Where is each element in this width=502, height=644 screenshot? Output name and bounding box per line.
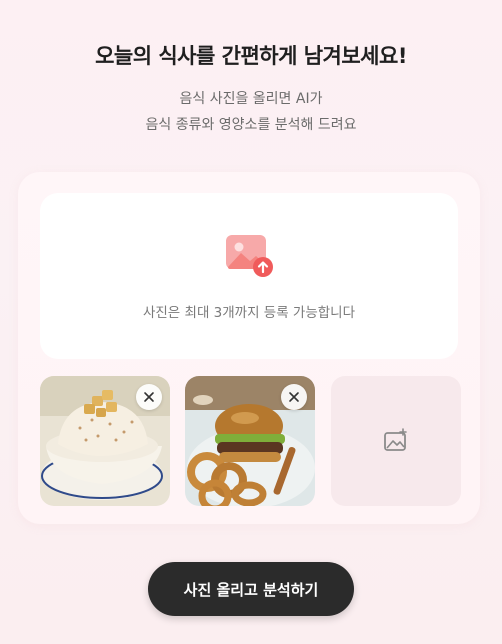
photo-thumbnail-burger[interactable]: [185, 376, 315, 506]
page-title: 오늘의 식사를 간편하게 남겨보세요!: [95, 44, 407, 68]
remove-photo-button[interactable]: [136, 384, 162, 410]
add-photo-slot[interactable]: [331, 376, 461, 506]
subtitle-line-1: 음식 사진을 올리면 AI가: [179, 91, 323, 107]
upload-hint: 사진은 최대 3개까지 등록 가능합니다: [142, 305, 356, 321]
close-icon: [144, 392, 154, 402]
photo-thumbnail-shaved-ice[interactable]: [40, 376, 170, 506]
add-photo-icon: [384, 428, 407, 451]
image-upload-icon: [226, 235, 273, 277]
subtitle-line-2: 음식 종류와 영양소를 분석해 드려요: [145, 117, 357, 133]
upload-card: 사진은 최대 3개까지 등록 가능합니다: [18, 172, 480, 524]
photo-upload-area[interactable]: 사진은 최대 3개까지 등록 가능합니다: [40, 193, 458, 359]
close-icon: [289, 392, 299, 402]
remove-photo-button[interactable]: [281, 384, 307, 410]
upload-and-analyze-button[interactable]: 사진 올리고 분석하기: [148, 562, 354, 616]
